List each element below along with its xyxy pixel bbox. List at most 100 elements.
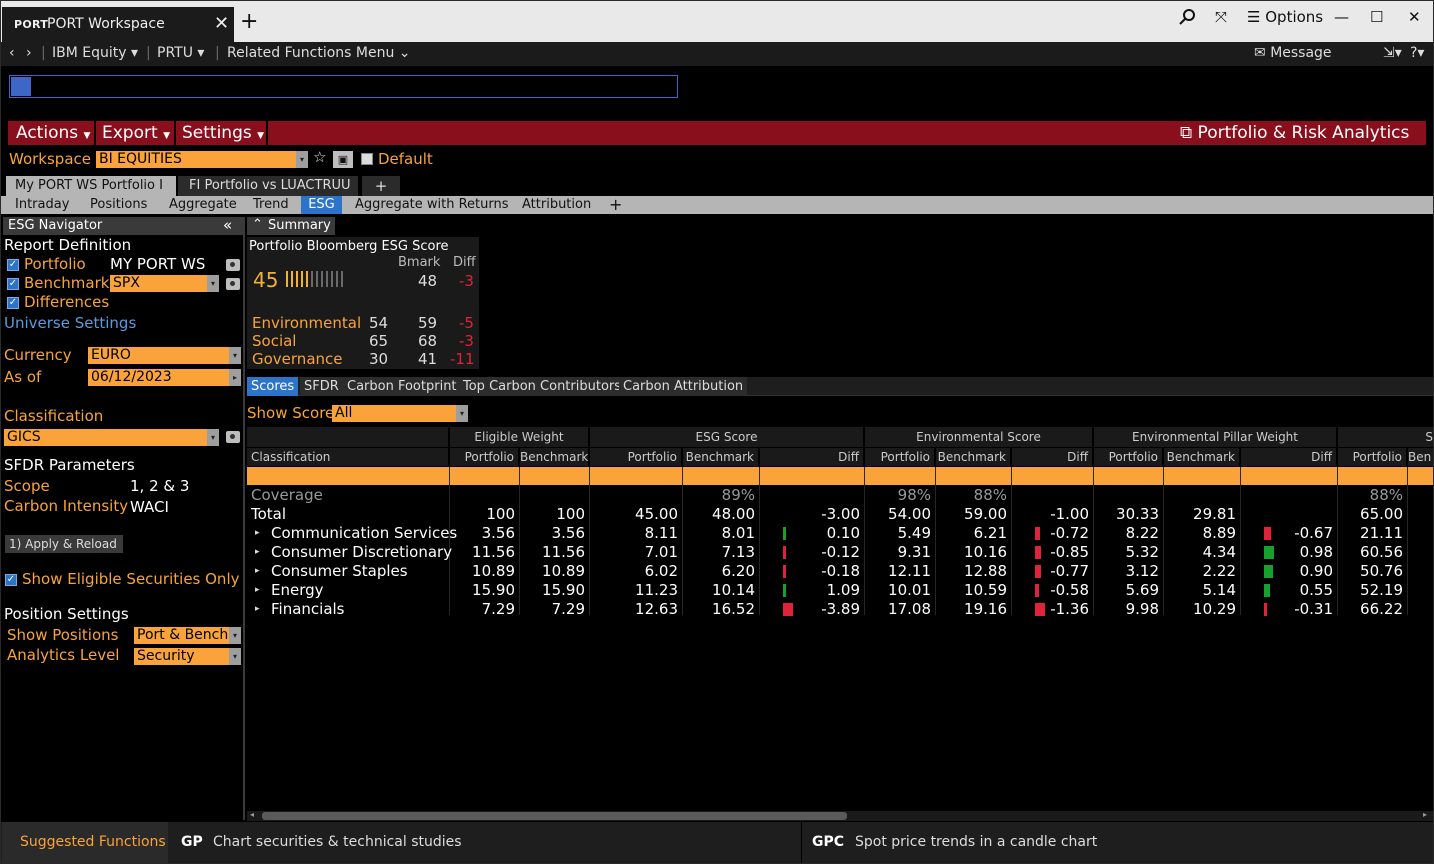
scroll-left-icon[interactable]: ◂ [250,810,254,819]
tab-attribution[interactable]: Attribution [522,197,591,212]
differences-checkbox[interactable]: ✓ [7,297,19,309]
dropdown-icon[interactable]: ▾ [229,648,241,665]
search-icon[interactable] [1179,8,1197,30]
classification-select[interactable]: GICS [4,429,207,446]
summary-toggle[interactable]: ⌃ Summary [247,217,335,235]
scroll-right-icon[interactable]: ▸ [1423,810,1427,819]
workspace-tab[interactable]: PORT PORT Workspace ✕ [2,7,234,42]
expand-row-icon[interactable]: ▸ [255,600,260,619]
tab-positions[interactable]: Positions [90,197,147,212]
table-row[interactable]: ▸ Communication Services 3.56 3.56 8.11 8.01 0… [247,524,1434,543]
suggestion-desc[interactable]: Chart securities & technical studies [213,834,462,850]
export-menu[interactable]: Export ▼ [102,123,170,143]
col-header[interactable]: Benchmark [1164,448,1240,466]
col-header[interactable]: Diff [760,448,864,466]
scope-value[interactable]: 1, 2 & 3 [130,477,189,495]
col-header[interactable]: Portfolio [865,448,935,466]
table-row[interactable]: ▸ Energy 15.90 15.90 11.23 10.14 1.09 10.01 10.5… [247,581,1434,600]
suggestion-desc[interactable]: Spot price trends in a candle chart [855,834,1097,850]
dropdown-icon[interactable]: ▾ [207,275,219,292]
settings-menu[interactable]: Settings ▼ [182,123,264,143]
show-positions-select[interactable]: Port & Bench [134,627,229,644]
workspace-select[interactable]: BI EQUITIES [96,151,296,168]
suggestion-code[interactable]: GP [181,834,203,850]
table-row[interactable]: ▸ Financials 7.29 7.29 12.63 16.52 -3.89 17.08 1… [247,600,1434,619]
tab-esg[interactable]: ESG [301,196,342,214]
lookup-icon[interactable] [226,431,240,443]
app-title-link[interactable]: ⧉ Portfolio & Risk Analytics [1180,123,1409,143]
dropdown-icon[interactable]: ▾ [207,429,219,446]
dropdown-icon[interactable]: ▾ [456,405,468,422]
expand-row-icon[interactable]: ▸ [255,524,260,543]
table-row[interactable]: ▸ Consumer Discretionary 11.56 11.56 7.01 7.1… [247,543,1434,562]
dropdown-icon[interactable]: ▾ [296,151,308,168]
carbon-intensity-value[interactable]: WACI [130,498,169,516]
new-tab-icon[interactable]: + [240,11,258,33]
lookup-icon[interactable] [226,259,240,271]
currency-select[interactable]: EURO [88,347,229,364]
tab-aggregate[interactable]: Aggregate [169,197,237,212]
lookup-icon[interactable] [226,278,240,290]
total-row[interactable]: Total 100 100 45.00 48.00 -3.00 54.00 59… [247,505,1434,524]
scrollbar-thumb[interactable] [262,812,847,820]
universe-settings-link[interactable]: Universe Settings [4,314,136,332]
col-header[interactable]: Diff [1012,448,1093,466]
expand-row-icon[interactable]: ▸ [255,562,260,581]
close-tab-icon[interactable]: ✕ [214,13,229,34]
calendar-icon[interactable]: ▸ [229,369,241,386]
options-button[interactable]: ☰ Options [1247,8,1323,26]
col-header[interactable]: Ben [1408,448,1434,466]
benchmark-checkbox[interactable]: ✓ [7,278,19,290]
subtab-scores[interactable]: Scores [247,377,299,396]
fullscreen-icon[interactable]: ⤧ [1215,8,1227,26]
command-line-input[interactable] [9,75,678,98]
actions-menu[interactable]: Actions ▼ [16,123,90,143]
tab-trend[interactable]: Trend [253,197,289,212]
help-icon[interactable]: ?▾ [1410,45,1424,61]
analytics-level-select[interactable]: Security [134,648,229,665]
expand-row-icon[interactable]: ▸ [255,581,260,600]
related-functions-menu[interactable]: Related Functions Menu ⌄ [227,45,411,61]
col-classification[interactable]: Classification [247,448,449,466]
back-icon[interactable]: ‹ [9,45,15,61]
dropdown-icon[interactable]: ▾ [229,627,241,644]
expand-row-icon[interactable]: ▸ [255,543,260,562]
minimize-icon[interactable]: — [1334,8,1349,26]
function-selector[interactable]: PRTU ▾ [157,45,204,61]
tab-intraday[interactable]: Intraday [15,197,69,212]
subtab-carbon-attribution[interactable]: Carbon Attribution [619,377,748,396]
subtab-sfdr[interactable]: SFDR [300,377,343,396]
message-button[interactable]: ✉ Message [1254,45,1332,61]
subtab-carbon-footprint[interactable]: Carbon Footprint [343,377,461,396]
share-icon[interactable]: ⇲▾ [1383,45,1402,61]
star-icon[interactable]: ☆ [313,148,326,166]
maximize-icon[interactable]: ☐ [1370,8,1383,26]
show-score-select[interactable]: All [332,405,456,422]
dropdown-icon[interactable]: ▾ [229,347,241,364]
close-window-icon[interactable]: ✕ [1408,8,1421,26]
default-checkbox[interactable] [361,153,373,165]
col-header[interactable]: Portfolio [590,448,682,466]
col-header[interactable]: Portfolio [1338,448,1407,466]
forward-icon[interactable]: › [26,45,32,61]
col-header[interactable]: Diff [1241,448,1337,466]
col-header[interactable]: Benchmark [936,448,1011,466]
portfolio-checkbox[interactable]: ✓ [7,259,19,271]
col-header[interactable]: Benchmark [520,448,589,466]
table-row[interactable]: ▸ Consumer Staples 10.89 10.89 6.02 6.20 -0.18… [247,562,1434,581]
apply-reload-button[interactable]: 1) Apply & Reload [5,535,123,553]
suggestion-code[interactable]: GPC [812,834,844,850]
add-view-tab-icon[interactable]: + [609,195,622,214]
security-selector[interactable]: IBM Equity ▾ [52,45,138,61]
asof-date-field[interactable]: 06/12/2023 [88,369,229,386]
col-header[interactable]: Portfolio [1094,448,1163,466]
show-eligible-checkbox[interactable]: ✓ [5,574,17,586]
col-header[interactable]: Benchmark [683,448,759,466]
collapse-panel-icon[interactable]: « [223,216,232,234]
save-icon[interactable]: ▣ [333,151,353,168]
tab-aggregate-with-returns[interactable]: Aggregate with Returns [355,197,509,212]
add-portfolio-tab-icon[interactable]: + [362,176,400,196]
benchmark-select[interactable]: SPX [110,275,207,292]
col-header[interactable]: Portfolio [450,448,519,466]
subtab-top-carbon-contributors[interactable]: Top Carbon Contributors [459,377,626,396]
